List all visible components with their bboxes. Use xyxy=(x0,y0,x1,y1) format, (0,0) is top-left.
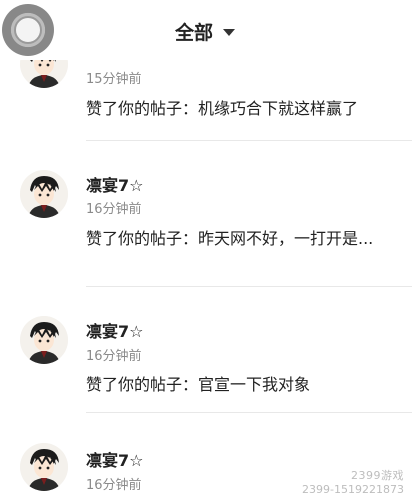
top-bar: 全部 xyxy=(0,0,412,60)
divider xyxy=(86,140,412,141)
divider xyxy=(86,286,412,287)
notification-content[interactable]: 赞了你的帖子：昨天网不好，一打开是... xyxy=(86,228,392,250)
assistive-touch-icon[interactable] xyxy=(2,4,54,56)
filter-dropdown[interactable]: 全部 xyxy=(175,18,236,45)
username[interactable]: 凛宴7☆ xyxy=(86,172,143,196)
username[interactable]: 凛宴7☆ xyxy=(86,447,143,471)
timestamp: 16分钟前 xyxy=(86,349,142,364)
filter-label: 全部 xyxy=(175,22,214,44)
avatar[interactable] xyxy=(20,316,68,364)
avatar[interactable] xyxy=(20,170,68,218)
watermark-text: 2399-1519221873 xyxy=(302,483,404,496)
notification-content[interactable]: 赞了你的帖子：官宣一下我对象 xyxy=(86,374,392,396)
caret-down-icon xyxy=(223,29,236,36)
timestamp: 16分钟前 xyxy=(86,478,142,493)
timestamp: 16分钟前 xyxy=(86,202,142,217)
username[interactable]: 凛宴7☆ xyxy=(86,318,143,342)
watermark: 2399游戏 2399-1519221873 xyxy=(302,467,404,496)
divider xyxy=(86,412,412,413)
watermark-logo: 2399游戏 xyxy=(351,469,404,482)
avatar[interactable] xyxy=(20,443,68,491)
timestamp: 15分钟前 xyxy=(86,72,142,87)
notification-content[interactable]: 赞了你的帖子：机缘巧合下就这样赢了 xyxy=(86,98,392,120)
